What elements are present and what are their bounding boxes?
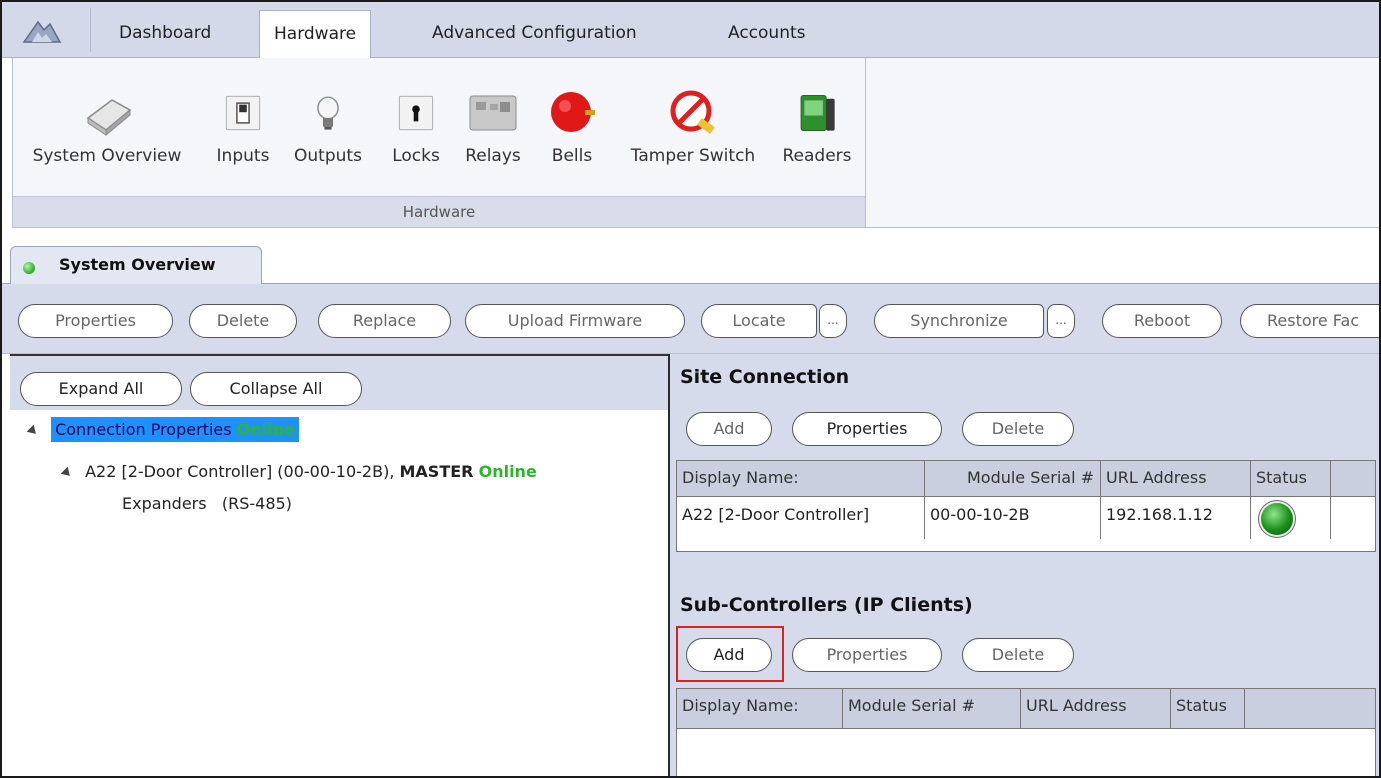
- site-add-button[interactable]: Add: [686, 412, 772, 446]
- tab-advanced-configuration[interactable]: Advanced Configuration: [418, 10, 651, 58]
- ribbon-relays-button[interactable]: Relays: [455, 76, 531, 188]
- ribbon-label: Bells: [551, 146, 593, 166]
- column-module-serial[interactable]: Module Serial #: [843, 689, 1021, 728]
- online-status: Online: [478, 462, 537, 481]
- grid-header: Display Name: Module Serial # URL Addres…: [677, 689, 1375, 729]
- expand-triangle-icon[interactable]: [26, 424, 40, 437]
- locate-more-button[interactable]: ...: [819, 304, 847, 338]
- master-badge: MASTER: [399, 462, 474, 481]
- bell-icon: [551, 92, 595, 132]
- ribbon-label: Readers: [782, 146, 852, 166]
- hardware-ribbon: System Overview Inputs Outputs Locks Rel…: [12, 58, 866, 228]
- site-connection-title: Site Connection: [680, 366, 850, 388]
- toggle-switch-icon: [225, 95, 261, 131]
- hardware-tree-panel: Expand All Collapse All Connection Prope…: [10, 354, 670, 776]
- card-reader-icon: [800, 94, 835, 132]
- sub-delete-button[interactable]: Delete: [962, 638, 1074, 672]
- ribbon-bells-button[interactable]: Bells: [541, 76, 603, 188]
- ribbon-label: Locks: [392, 146, 440, 166]
- cell-status: [1251, 497, 1331, 539]
- ribbon-label: Outputs: [294, 146, 362, 166]
- light-bulb-icon: [317, 96, 339, 130]
- site-properties-button[interactable]: Properties: [792, 412, 942, 446]
- synchronize-more-button[interactable]: ...: [1047, 304, 1075, 338]
- column-display-name[interactable]: Display Name:: [677, 689, 843, 728]
- tree-node-controller[interactable]: A22 [2-Door Controller] (00-00-10-2B), M…: [60, 462, 537, 481]
- column-url-address[interactable]: URL Address: [1021, 689, 1171, 728]
- column-status[interactable]: Status: [1251, 461, 1331, 496]
- reboot-button[interactable]: Reboot: [1102, 304, 1222, 338]
- synchronize-button[interactable]: Synchronize: [874, 304, 1044, 338]
- grid-header: Display Name: Module Serial # URL Addres…: [677, 461, 1375, 497]
- ribbon-label: Relays: [465, 146, 521, 166]
- tree-node-expanders[interactable]: Expanders (RS-485): [122, 494, 292, 513]
- ribbon-locks-button[interactable]: Locks: [383, 76, 449, 188]
- tree-node-label: Connection Properties: [55, 420, 232, 439]
- site-delete-button[interactable]: Delete: [962, 412, 1074, 446]
- ribbon-empty-area: [866, 58, 1379, 228]
- app-window: Dashboard Hardware Advanced Configuratio…: [0, 0, 1381, 778]
- sub-controllers-title: Sub-Controllers (IP Clients): [680, 594, 973, 616]
- ribbon-inputs-button[interactable]: Inputs: [205, 76, 281, 188]
- expand-triangle-icon[interactable]: [60, 466, 74, 479]
- locate-button[interactable]: Locate: [701, 304, 817, 338]
- column-url-address[interactable]: URL Address: [1101, 461, 1251, 496]
- expand-all-button[interactable]: Expand All: [20, 372, 182, 406]
- ribbon-outputs-button[interactable]: Outputs: [285, 76, 371, 188]
- tamper-switch-icon: [670, 90, 715, 134]
- system-overview-icon: [86, 99, 132, 137]
- divider: [2, 228, 1379, 238]
- replace-button[interactable]: Replace: [318, 304, 451, 338]
- properties-button[interactable]: Properties: [18, 304, 173, 338]
- table-row[interactable]: A22 [2-Door Controller] 00-00-10-2B 192.…: [677, 497, 1375, 539]
- tab-dashboard[interactable]: Dashboard: [105, 10, 225, 58]
- sub-controllers-grid: Display Name: Module Serial # URL Addres…: [676, 688, 1376, 776]
- tree-toolbar: Expand All Collapse All: [10, 354, 668, 410]
- online-status: Online: [236, 420, 295, 439]
- ribbon-label: Inputs: [216, 146, 270, 166]
- document-tab-bar: System Overview: [2, 238, 1379, 285]
- upload-firmware-button[interactable]: Upload Firmware: [465, 304, 685, 338]
- tab-accounts[interactable]: Accounts: [714, 10, 820, 58]
- cell-display-name: A22 [2-Door Controller]: [677, 497, 925, 539]
- sub-add-button[interactable]: Add: [686, 638, 772, 672]
- ribbon-system-overview-button[interactable]: System Overview: [13, 76, 201, 188]
- column-display-name[interactable]: Display Name:: [677, 461, 925, 496]
- cell-url-address: 192.168.1.12: [1101, 497, 1251, 539]
- details-panel: Site Connection Add Properties Delete Di…: [670, 354, 1379, 776]
- ribbon-group-label: Hardware: [13, 196, 865, 227]
- ribbon-label: System Overview: [32, 146, 182, 166]
- restore-factory-button[interactable]: Restore Fac: [1240, 304, 1379, 338]
- tab-system-overview[interactable]: System Overview: [10, 246, 262, 285]
- tree-node-selected[interactable]: Connection Properties Online: [51, 417, 299, 442]
- ribbon-label: Tamper Switch: [630, 146, 756, 166]
- ribbon-readers-button[interactable]: Readers: [775, 76, 859, 188]
- relay-board-icon: [469, 95, 517, 131]
- column-status[interactable]: Status: [1171, 689, 1245, 728]
- tab-hardware[interactable]: Hardware: [259, 10, 372, 59]
- separator: [90, 8, 91, 52]
- status-dot-icon: [23, 262, 35, 274]
- tab-title: System Overview: [59, 255, 216, 274]
- collapse-all-button[interactable]: Collapse All: [190, 372, 362, 406]
- column-module-serial[interactable]: Module Serial #: [925, 461, 1101, 496]
- tree-node-connection-properties[interactable]: Connection Properties Online: [26, 417, 299, 442]
- lock-icon: [398, 95, 434, 131]
- site-connection-grid: Display Name: Module Serial # URL Addres…: [676, 460, 1376, 552]
- app-logo-icon[interactable]: [20, 16, 64, 46]
- ribbon-tamper-switch-button[interactable]: Tamper Switch: [613, 76, 773, 188]
- top-tab-bar: Dashboard Hardware Advanced Configuratio…: [2, 2, 1379, 59]
- action-toolbar: Properties Delete Replace Upload Firmwar…: [2, 284, 1379, 354]
- cell-module-serial: 00-00-10-2B: [925, 497, 1101, 539]
- status-online-led-icon: [1261, 503, 1293, 535]
- delete-button[interactable]: Delete: [189, 304, 297, 338]
- tree-node-label: A22 [2-Door Controller] (00-00-10-2B),: [85, 462, 395, 481]
- sub-properties-button[interactable]: Properties: [792, 638, 942, 672]
